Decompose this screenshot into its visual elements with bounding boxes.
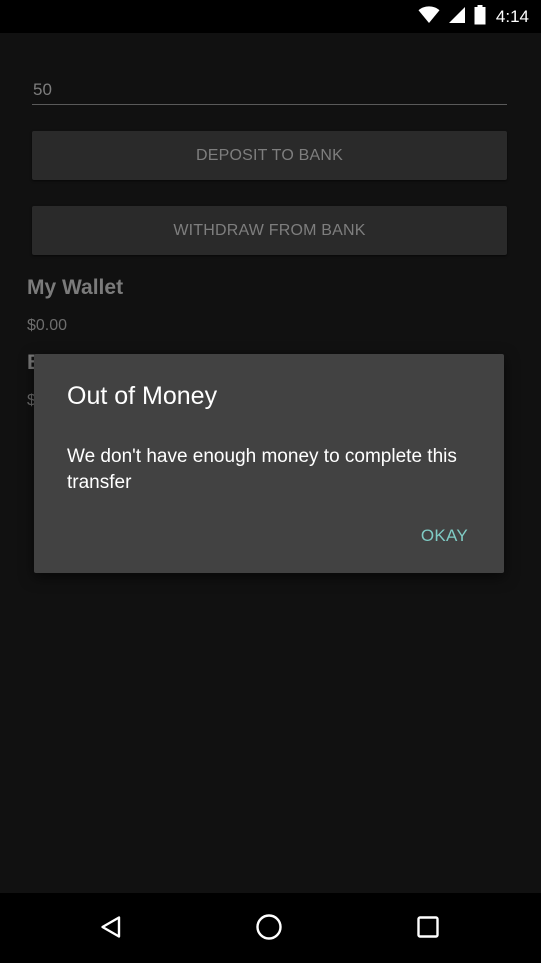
- withdraw-from-bank-button[interactable]: WITHDRAW FROM BANK: [32, 206, 507, 255]
- dialog-message: We don't have enough money to complete t…: [67, 446, 457, 493]
- out-of-money-dialog: Out of Money We don't have enough money …: [34, 354, 504, 573]
- deposit-to-bank-button[interactable]: DEPOSIT TO BANK: [32, 131, 507, 180]
- back-icon: [99, 915, 123, 943]
- status-time: 4:14: [495, 7, 529, 26]
- okay-button[interactable]: OKAY: [411, 522, 478, 550]
- wallet-title: My Wallet: [27, 276, 124, 299]
- navigation-bar: [0, 893, 541, 963]
- wallet-balance: $0.00: [27, 317, 68, 334]
- battery-icon: [474, 5, 486, 29]
- recent-apps-icon: [416, 915, 440, 943]
- status-bar: 4:14: [0, 0, 541, 33]
- screen: 4:14 50 DEPOSIT TO BANK WITHDRAW FROM BA…: [0, 0, 541, 963]
- status-icons: 4:14: [418, 5, 529, 29]
- wifi-icon: [418, 6, 440, 28]
- recent-apps-button[interactable]: [406, 907, 450, 951]
- dialog-title: Out of Money: [67, 382, 218, 410]
- amount-input[interactable]: 50: [32, 75, 507, 105]
- back-button[interactable]: [89, 907, 133, 951]
- home-button[interactable]: [247, 907, 291, 951]
- cellular-signal-icon: [448, 6, 466, 28]
- home-icon: [255, 913, 283, 945]
